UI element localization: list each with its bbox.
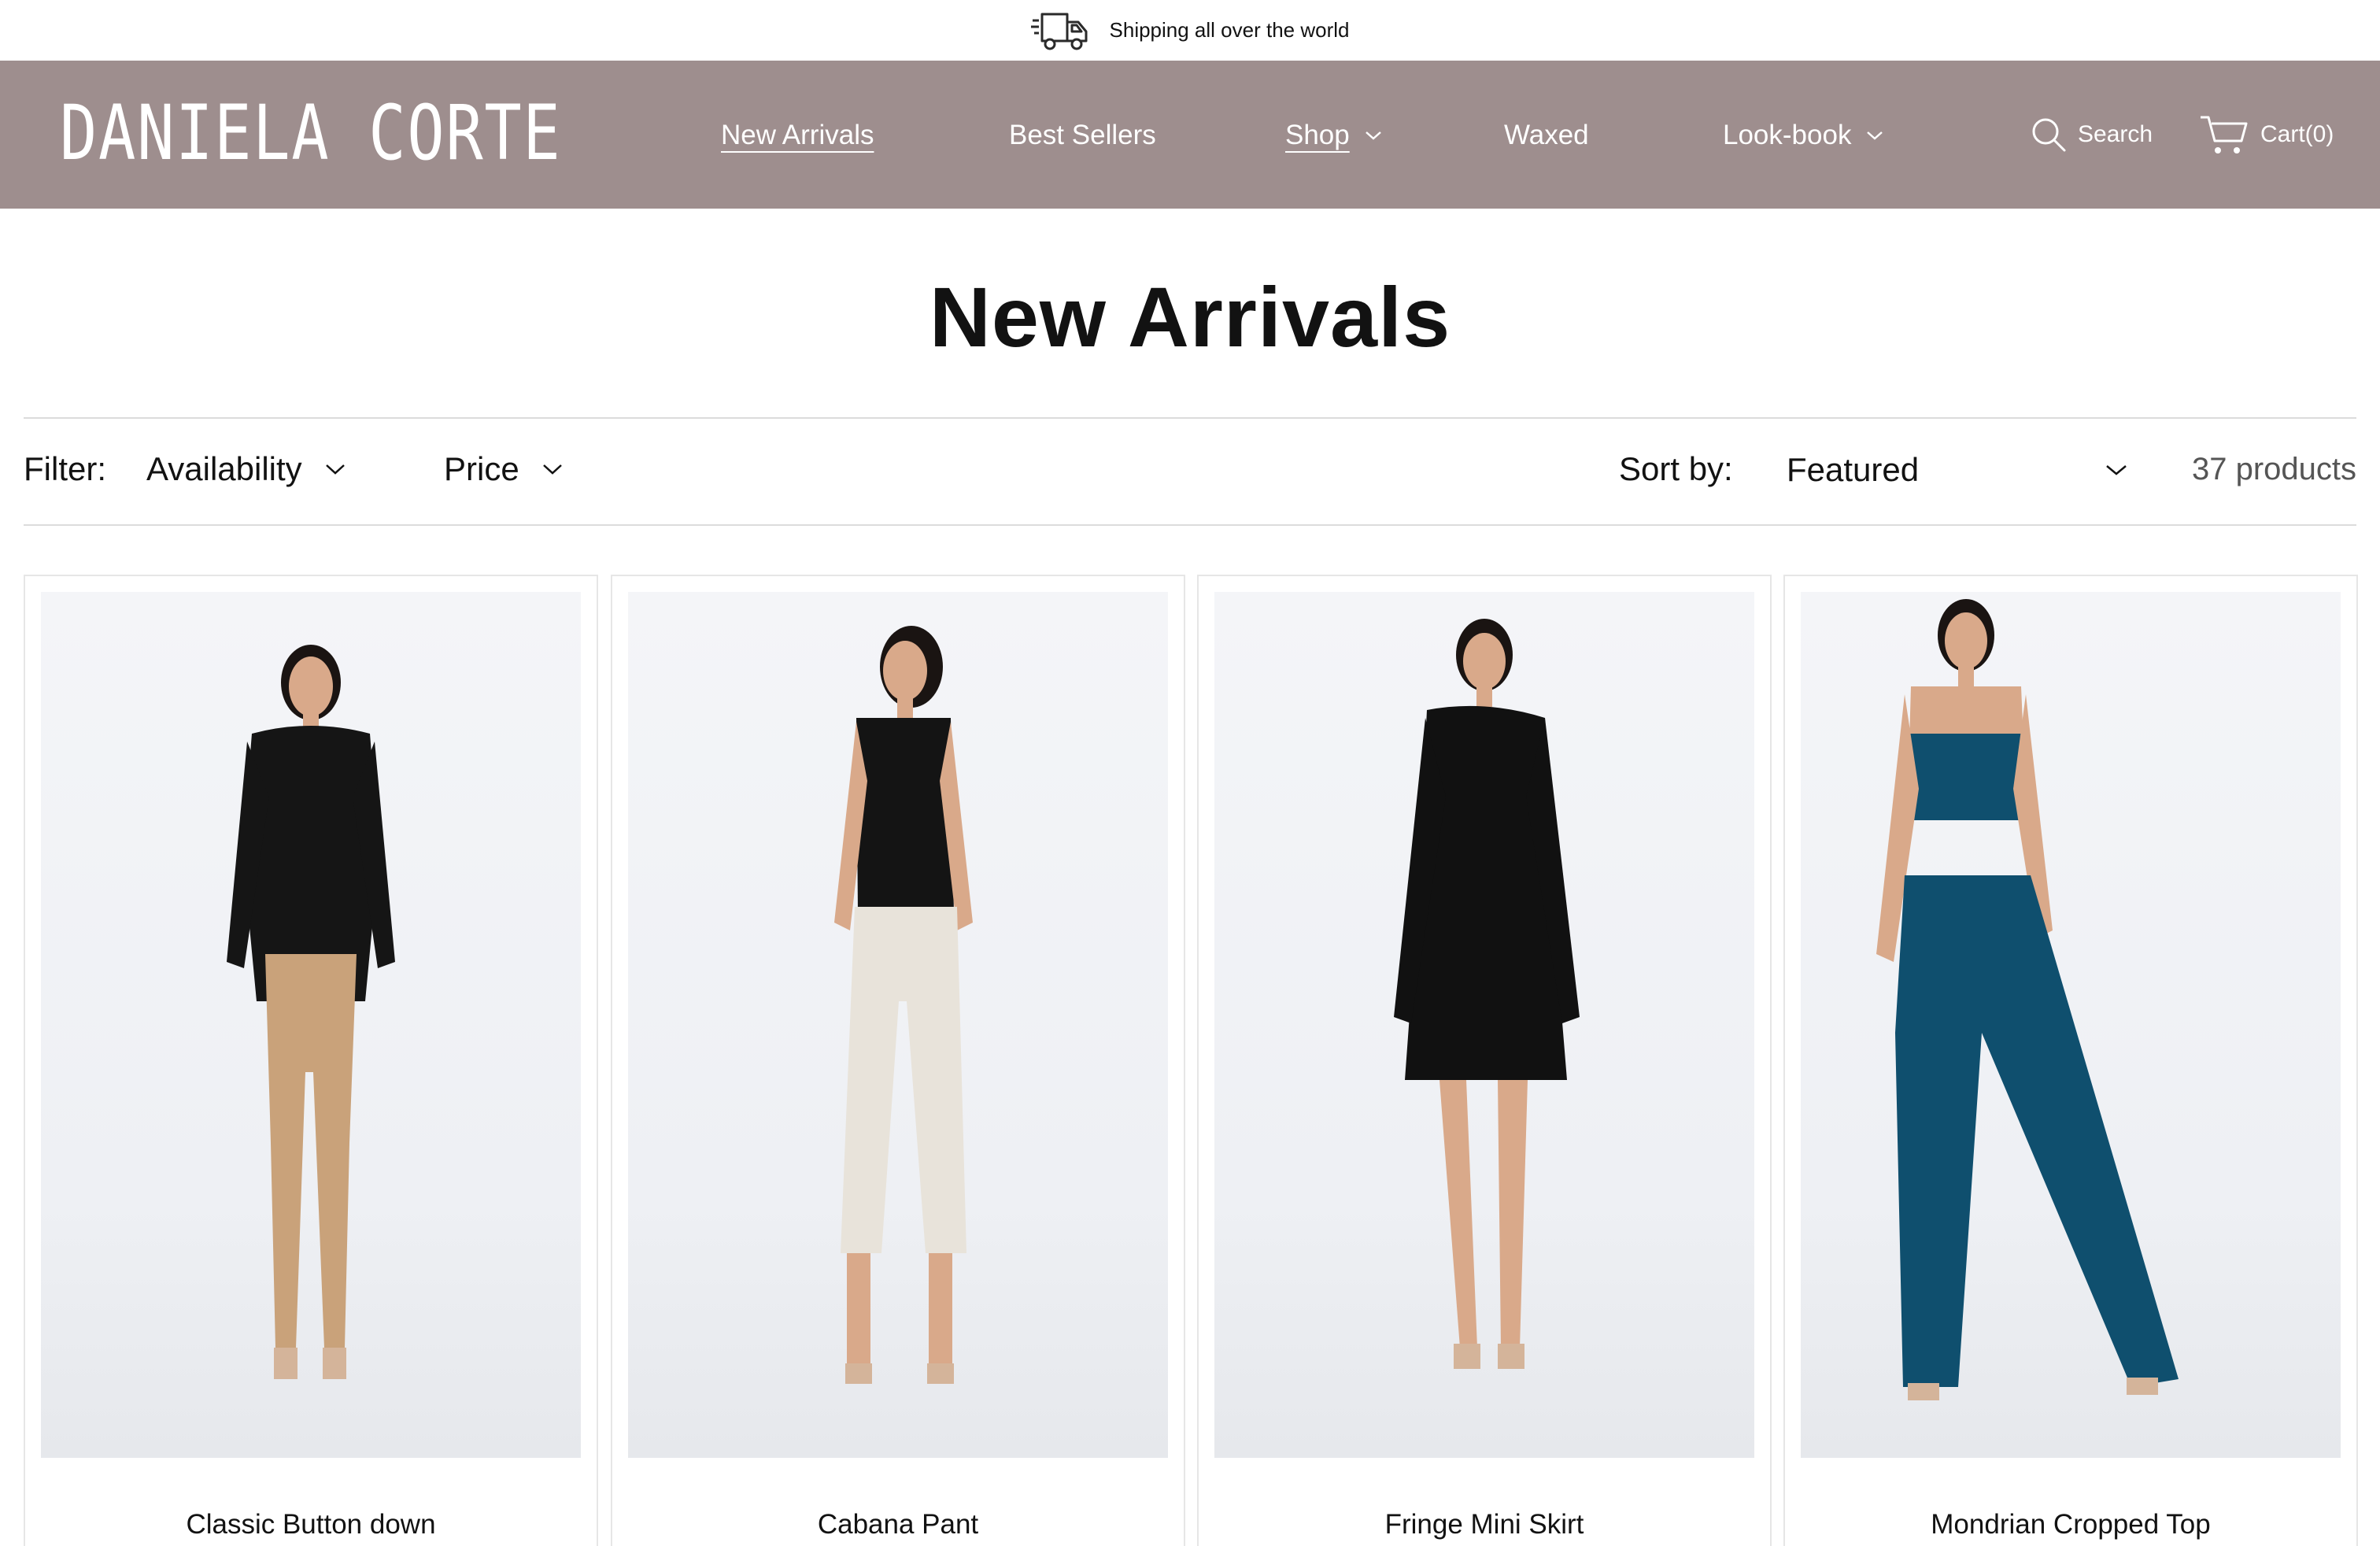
- model-silhouette: [1876, 599, 2179, 1400]
- page-title: New Arrivals: [929, 269, 1451, 364]
- product-name[interactable]: Classic Button down: [25, 1509, 597, 1540]
- model-silhouette: [1394, 619, 1580, 1369]
- product-count: 37 products: [2191, 452, 2356, 486]
- cart-label: Cart(0): [2260, 121, 2334, 147]
- nav-label: Waxed: [1504, 120, 1589, 150]
- nav-label: New Arrivals: [721, 120, 874, 150]
- nav-look-book[interactable]: Look-book: [1723, 116, 1884, 155]
- nav-waxed[interactable]: Waxed: [1504, 116, 1589, 155]
- product-name[interactable]: Mondrian Cropped Top: [1785, 1509, 2356, 1540]
- product-card[interactable]: Fringe Mini Skirt: [1197, 575, 1772, 1546]
- product-name[interactable]: Cabana Pant: [612, 1509, 1184, 1540]
- nav-best-sellers[interactable]: Best Sellers: [1009, 116, 1156, 155]
- cart-button[interactable]: Cart(0): [2199, 113, 2334, 157]
- availability-label: Availability: [146, 450, 302, 487]
- truck-icon: [1030, 13, 1088, 50]
- nav-label: Shop: [1285, 120, 1350, 150]
- product-card[interactable]: Cabana Pant: [611, 575, 1185, 1546]
- product-image[interactable]: [628, 592, 1168, 1458]
- sort-value: Featured: [1787, 451, 1920, 488]
- chevron-down-icon: [325, 464, 345, 475]
- availability-filter[interactable]: Availability: [146, 450, 346, 488]
- chevron-down-icon: [2106, 465, 2127, 475]
- chevron-down-icon: [1867, 131, 1883, 140]
- announcement-bar: Shipping all over the world: [0, 0, 2380, 61]
- chevron-down-icon: [1365, 131, 1381, 140]
- product-card[interactable]: Classic Button down: [24, 575, 598, 1546]
- price-label: Price: [444, 450, 519, 487]
- nav-shop[interactable]: Shop: [1285, 116, 1383, 155]
- model-silhouette: [834, 626, 973, 1384]
- product-image[interactable]: [1214, 592, 1754, 1458]
- brand-logo[interactable]: DANIELA CORTE: [60, 91, 561, 176]
- nav-label: Best Sellers: [1009, 120, 1156, 150]
- product-image[interactable]: [1801, 592, 2341, 1458]
- model-silhouette: [227, 645, 395, 1379]
- product-name[interactable]: Fringe Mini Skirt: [1199, 1509, 1770, 1540]
- price-filter[interactable]: Price: [444, 450, 564, 488]
- nav-new-arrivals[interactable]: New Arrivals: [721, 116, 874, 155]
- product-card[interactable]: Mondrian Cropped Top: [1783, 575, 2358, 1546]
- sort-label: Sort by:: [1619, 450, 1733, 487]
- divider: [24, 417, 2356, 419]
- search-label: Search: [2078, 121, 2153, 147]
- filter-label: Filter:: [24, 450, 106, 487]
- divider: [24, 524, 2356, 526]
- site-header: DANIELA CORTE New Arrivals Best Sellers …: [0, 61, 2380, 209]
- search-button[interactable]: Search: [2031, 113, 2153, 157]
- filter-bar: Filter: Availability Price Sort by: Feat…: [24, 441, 2356, 499]
- chevron-down-icon: [542, 464, 562, 475]
- sort-select[interactable]: Featured: [1787, 447, 2128, 493]
- search-icon: [2032, 118, 2066, 152]
- product-image[interactable]: [41, 592, 581, 1458]
- cart-icon: [2201, 116, 2248, 153]
- announcement-text: Shipping all over the world: [1109, 18, 1350, 42]
- nav-label: Look-book: [1723, 120, 1852, 150]
